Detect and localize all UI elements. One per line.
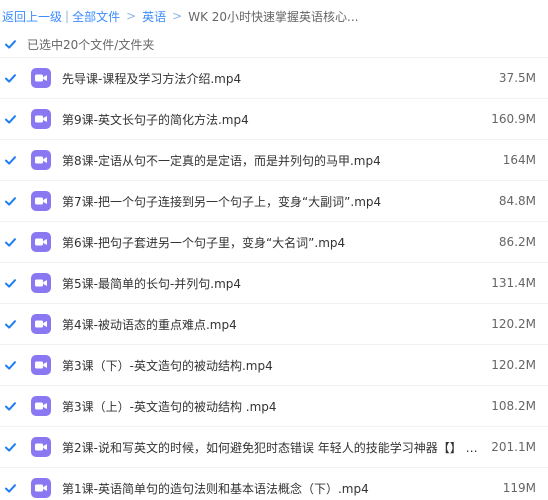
breadcrumb-arrow-icon: >	[172, 9, 183, 23]
file-size: 164M	[502, 153, 536, 167]
breadcrumb-all-files-link[interactable]: 全部文件	[72, 8, 120, 25]
file-row[interactable]: 第5课-最简单的长句-并列句.mp4 131.4M	[0, 263, 548, 304]
video-file-icon	[30, 67, 52, 89]
file-row[interactable]: 先导课-课程及学习方法介绍.mp4 37.5M	[0, 58, 548, 99]
file-row[interactable]: 第1课-英语简单句的造句法则和基本语法概念（下）.mp4 119M	[0, 468, 548, 500]
checkmark-icon	[5, 401, 16, 411]
file-name[interactable]: 先导课-课程及学习方法介绍.mp4	[62, 70, 480, 87]
file-checkbox[interactable]	[4, 318, 17, 331]
file-row[interactable]: 第8课-定语从句不一定真的是定语，而是并列句的马甲.mp4 164M	[0, 140, 548, 181]
file-checkbox[interactable]	[4, 482, 17, 495]
file-row[interactable]: 第3课（下）-英文造句的被动结构.mp4 120.2M	[0, 345, 548, 386]
file-name[interactable]: 第8课-定语从句不一定真的是定语，而是并列句的马甲.mp4	[62, 152, 480, 169]
breadcrumb-arrow-icon: >	[126, 9, 137, 23]
file-checkbox[interactable]	[4, 113, 17, 126]
video-file-icon	[30, 354, 52, 376]
file-name[interactable]: 第2课-说和写英文的时候，如何避免犯时态错误 年轻人的技能学习神器【】 .mp4	[62, 439, 480, 456]
checkmark-icon	[5, 278, 16, 288]
checkmark-icon	[5, 196, 16, 206]
file-name[interactable]: 第4课-被动语态的重点难点.mp4	[62, 316, 480, 333]
breadcrumb-back-link[interactable]: 返回上一级	[2, 8, 62, 25]
file-size: 201.1M	[491, 440, 536, 454]
file-checkbox[interactable]	[4, 236, 17, 249]
breadcrumb: 返回上一级 | 全部文件 > 英语 > WK 20小时快速掌握英语核心...	[0, 0, 548, 32]
file-name[interactable]: 第1课-英语简单句的造句法则和基本语法概念（下）.mp4	[62, 480, 480, 497]
video-file-icon	[30, 231, 52, 253]
file-size: 119M	[502, 481, 536, 495]
file-size: 131.4M	[491, 276, 536, 290]
file-row[interactable]: 第7课-把一个句子连接到另一个句子上，变身“大副词”.mp4 84.8M	[0, 181, 548, 222]
selection-count-label: 已选中20个文件/文件夹	[27, 38, 155, 52]
checkmark-icon	[5, 442, 16, 452]
file-row[interactable]: 第9课-英文长句子的简化方法.mp4 160.9M	[0, 99, 548, 140]
video-file-icon	[30, 149, 52, 171]
checkmark-icon	[5, 114, 16, 124]
select-all-checkbox[interactable]	[4, 38, 17, 51]
file-checkbox[interactable]	[4, 441, 17, 454]
file-size: 120.2M	[491, 358, 536, 372]
file-name[interactable]: 第6课-把句子套进另一个句子里，变身“大名词”.mp4	[62, 234, 480, 251]
file-browser: 返回上一级 | 全部文件 > 英语 > WK 20小时快速掌握英语核心... 已…	[0, 0, 548, 500]
file-row[interactable]: 第4课-被动语态的重点难点.mp4 120.2M	[0, 304, 548, 345]
video-file-icon	[30, 190, 52, 212]
file-size: 160.9M	[491, 112, 536, 126]
file-size: 37.5M	[498, 71, 536, 85]
video-file-icon	[30, 272, 52, 294]
file-name[interactable]: 第5课-最简单的长句-并列句.mp4	[62, 275, 480, 292]
checkmark-icon	[5, 319, 16, 329]
video-file-icon	[30, 436, 52, 458]
file-checkbox[interactable]	[4, 359, 17, 372]
video-file-icon	[30, 313, 52, 335]
file-name[interactable]: 第3课（下）-英文造句的被动结构.mp4	[62, 357, 480, 374]
file-checkbox[interactable]	[4, 154, 17, 167]
breadcrumb-folder-link[interactable]: 英语	[142, 8, 166, 25]
checkmark-icon	[5, 483, 16, 493]
breadcrumb-separator: |	[65, 9, 70, 23]
file-name[interactable]: 第9课-英文长句子的简化方法.mp4	[62, 111, 480, 128]
checkmark-icon	[5, 155, 16, 165]
file-name[interactable]: 第7课-把一个句子连接到另一个句子上，变身“大副词”.mp4	[62, 193, 480, 210]
file-checkbox[interactable]	[4, 277, 17, 290]
file-list: 先导课-课程及学习方法介绍.mp4 37.5M 第9课-英文长句子的简化方法.mp4…	[0, 58, 548, 500]
file-size: 120.2M	[491, 317, 536, 331]
file-size: 84.8M	[498, 194, 536, 208]
selection-bar: 已选中20个文件/文件夹	[0, 32, 548, 58]
file-size: 86.2M	[498, 235, 536, 249]
checkmark-icon	[5, 73, 16, 83]
file-row[interactable]: 第3课（上）-英文造句的被动结构 .mp4 108.2M	[0, 386, 548, 427]
checkmark-icon	[5, 360, 16, 370]
file-size: 108.2M	[491, 399, 536, 413]
file-checkbox[interactable]	[4, 400, 17, 413]
checkmark-icon	[5, 237, 16, 247]
file-row[interactable]: 第6课-把句子套进另一个句子里，变身“大名词”.mp4 86.2M	[0, 222, 548, 263]
breadcrumb-current-folder: WK 20小时快速掌握英语核心...	[188, 9, 359, 24]
video-file-icon	[30, 395, 52, 417]
file-checkbox[interactable]	[4, 72, 17, 85]
file-checkbox[interactable]	[4, 195, 17, 208]
checkmark-icon	[5, 40, 16, 49]
video-file-icon	[30, 108, 52, 130]
file-name[interactable]: 第3课（上）-英文造句的被动结构 .mp4	[62, 398, 480, 415]
file-row[interactable]: 第2课-说和写英文的时候，如何避免犯时态错误 年轻人的技能学习神器【】 .mp4…	[0, 427, 548, 468]
video-file-icon	[30, 477, 52, 499]
